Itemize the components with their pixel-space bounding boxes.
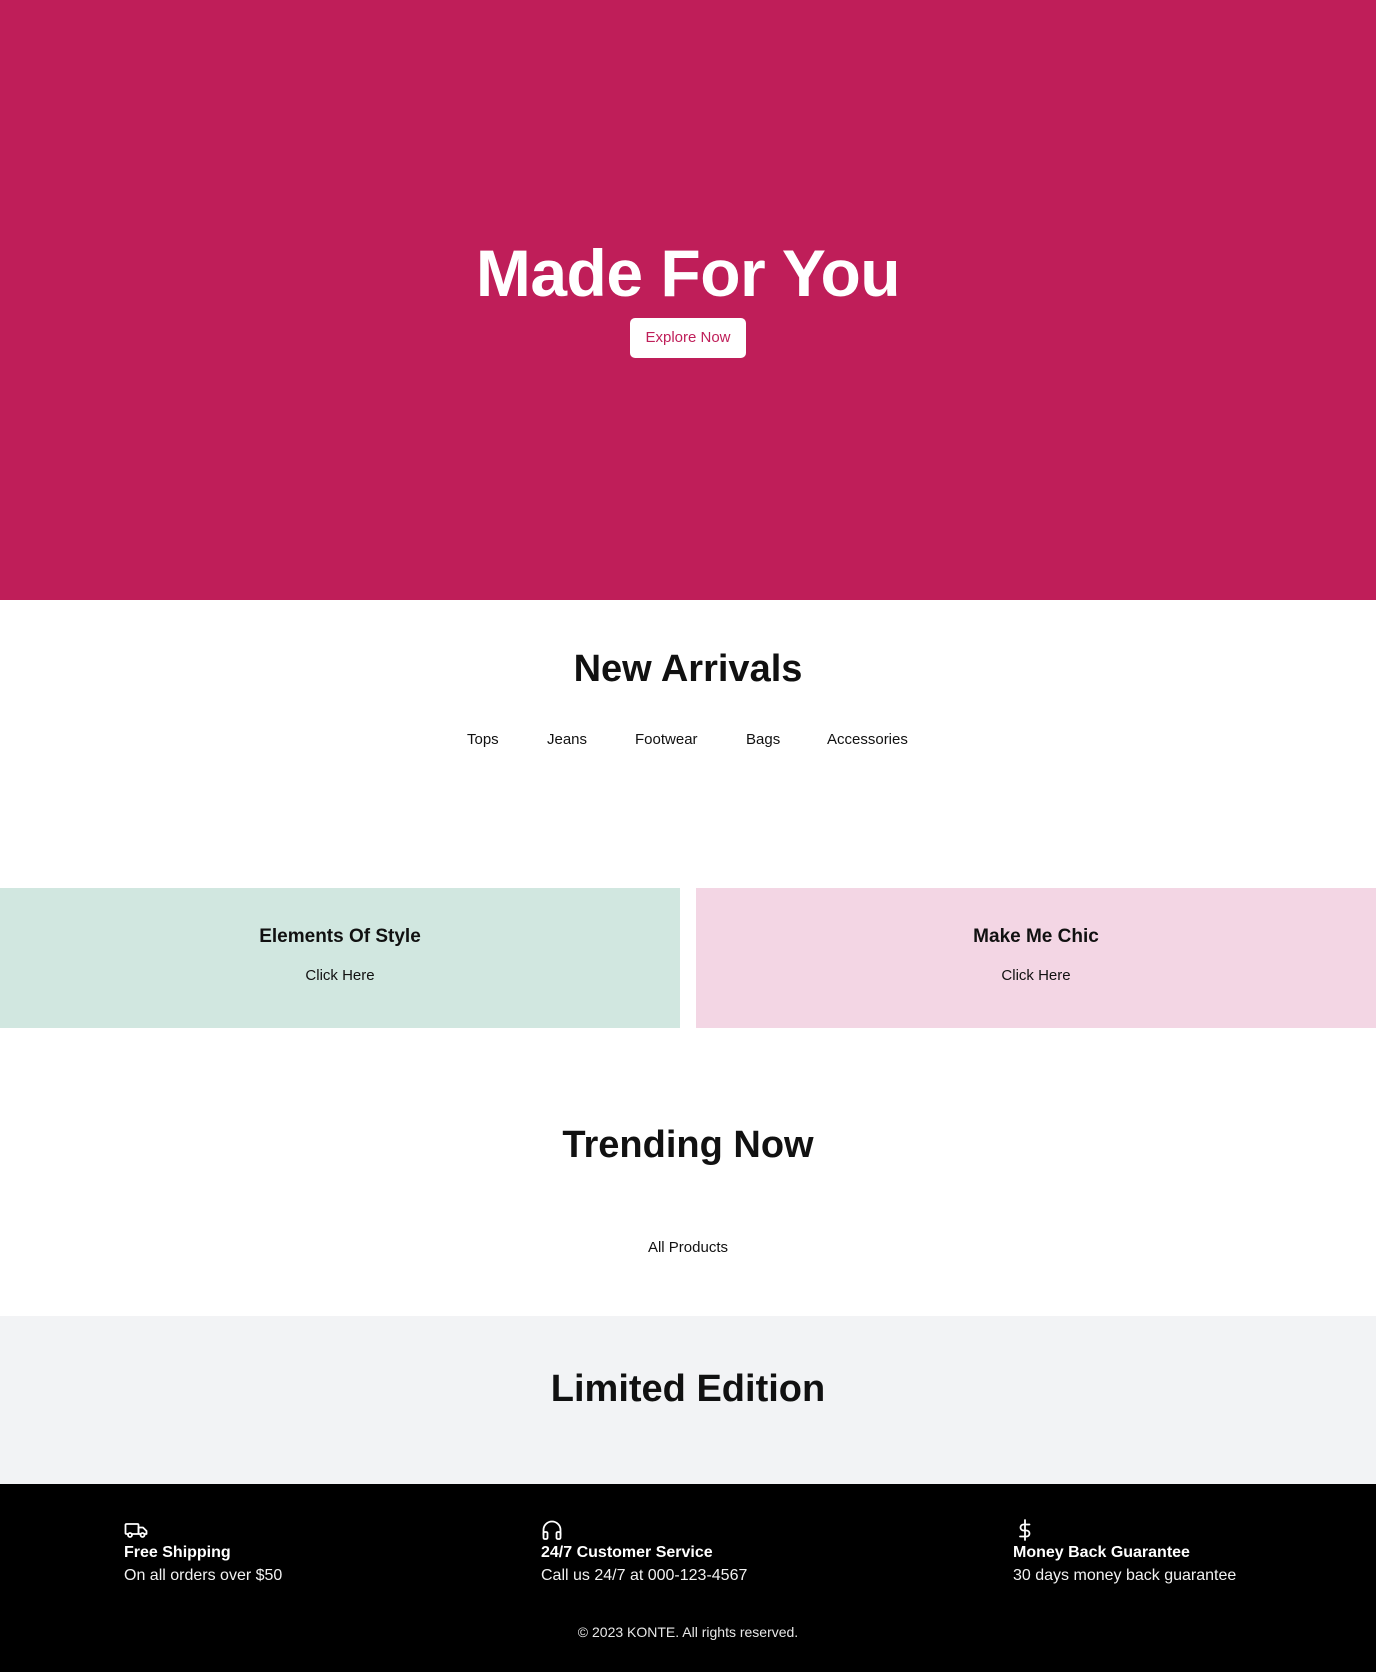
tab-jeans[interactable]: Jeans bbox=[547, 728, 587, 752]
all-products-row: All Products bbox=[0, 1237, 1376, 1259]
all-products-link[interactable]: All Products bbox=[648, 1239, 728, 1256]
explore-now-button[interactable]: Explore Now bbox=[630, 318, 746, 358]
hero-banner: Made For You Explore Now bbox=[0, 0, 1376, 600]
click-here-link[interactable]: Click Here bbox=[305, 967, 374, 984]
feature-title: Free Shipping bbox=[124, 1544, 231, 1561]
feature-money-back: Money Back Guarantee 30 days money back … bbox=[1013, 1518, 1236, 1588]
feature-description: Call us 24/7 at 000-123-4567 bbox=[541, 1567, 748, 1584]
feature-free-shipping: Free Shipping On all orders over $50 bbox=[124, 1518, 282, 1588]
headphones-icon bbox=[541, 1518, 567, 1542]
new-arrivals-title: New Arrivals bbox=[573, 648, 803, 690]
feature-description: 30 days money back guarantee bbox=[1013, 1567, 1237, 1584]
feature-title: 24/7 Customer Service bbox=[541, 1544, 713, 1561]
category-tabs: Tops Jeans Footwear Bags Accessories bbox=[0, 728, 1376, 752]
feature-title: Money Back Guarantee bbox=[1013, 1544, 1190, 1561]
limited-edition-title: Limited Edition bbox=[550, 1368, 826, 1410]
tab-footwear[interactable]: Footwear bbox=[635, 728, 698, 752]
trending-now-title: Trending Now bbox=[562, 1124, 814, 1166]
promo-click-here-link: Click Here bbox=[696, 965, 1376, 987]
copyright-text: © 2023 KONTE. All rights reserved. bbox=[577, 1624, 799, 1640]
promo-make-me-chic: Make Me Chic Click Here bbox=[696, 888, 1376, 1028]
tab-tops[interactable]: Tops bbox=[467, 728, 499, 752]
promo-title: Make Me Chic bbox=[973, 926, 1099, 947]
footer: Free Shipping On all orders over $50 24/… bbox=[0, 1484, 1376, 1672]
limited-edition-section: Limited Edition bbox=[0, 1316, 1376, 1484]
truck-icon bbox=[124, 1518, 150, 1542]
hero-title: Made For You bbox=[475, 236, 901, 310]
feature-description: On all orders over $50 bbox=[124, 1567, 283, 1584]
promo-title: Elements Of Style bbox=[259, 926, 421, 947]
click-here-link[interactable]: Click Here bbox=[1001, 967, 1070, 984]
promo-click-here-link: Click Here bbox=[0, 965, 680, 987]
dollar-icon bbox=[1013, 1518, 1039, 1542]
feature-customer-service: 24/7 Customer Service Call us 24/7 at 00… bbox=[541, 1518, 747, 1588]
tab-accessories[interactable]: Accessories bbox=[827, 728, 908, 752]
promo-elements-of-style: Elements Of Style Click Here bbox=[0, 888, 680, 1028]
tab-bags[interactable]: Bags bbox=[746, 728, 780, 752]
